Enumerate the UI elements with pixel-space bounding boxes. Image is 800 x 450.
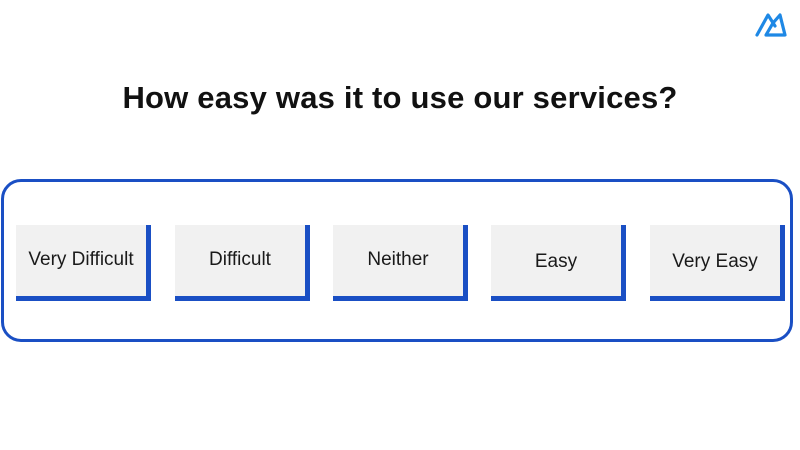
option-very-difficult-button[interactable]: Very Difficult (16, 225, 151, 301)
option-difficult-button[interactable]: Difficult (175, 225, 310, 301)
survey-question: How easy was it to use our services? (122, 80, 678, 115)
option-very-easy-button[interactable]: Very Easy (650, 225, 785, 301)
option-easy-button[interactable]: Easy (491, 225, 626, 301)
option-neither-button[interactable]: Neither (333, 225, 468, 301)
brand-logo-icon (754, 10, 788, 38)
